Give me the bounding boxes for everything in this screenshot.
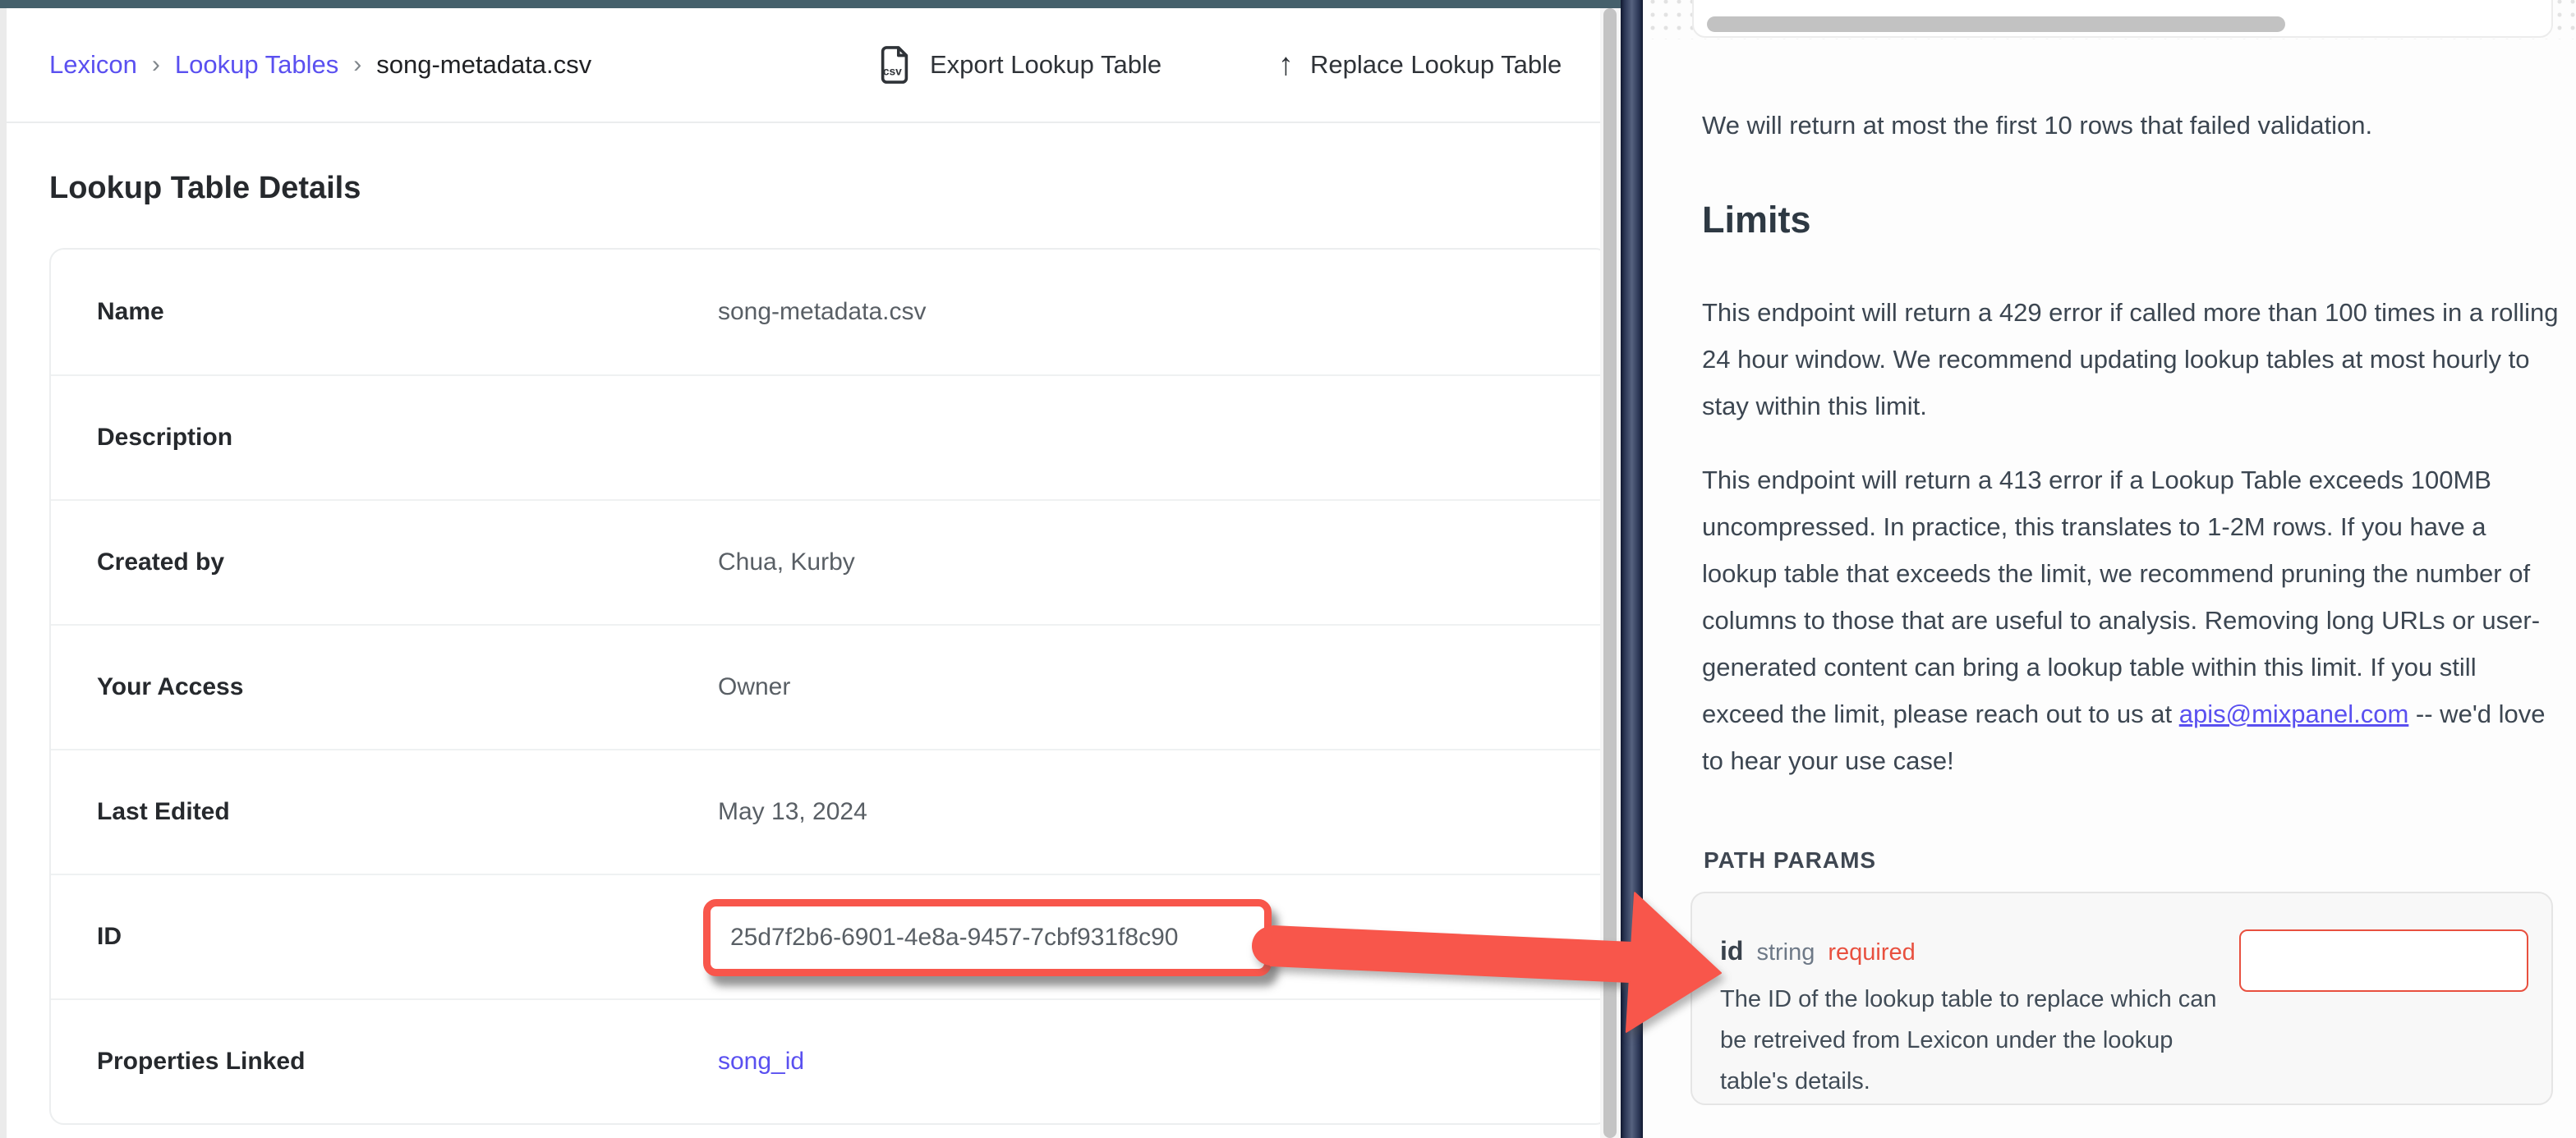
page-title: Lookup Table Details bbox=[49, 171, 361, 206]
param-type: string bbox=[1756, 939, 1815, 966]
breadcrumb-current-file: song-metadata.csv bbox=[376, 50, 591, 80]
lookup-table-details-card: Name song-metadata.csv Description Creat… bbox=[49, 248, 1600, 1125]
row-label: ID bbox=[97, 923, 122, 951]
detail-row-name: Name song-metadata.csv bbox=[51, 250, 1600, 374]
row-label: Last Edited bbox=[97, 798, 230, 826]
limits-413-text: This endpoint will return a 413 error if… bbox=[1702, 466, 2540, 728]
param-required-badge: required bbox=[1828, 939, 1915, 966]
limits-429-paragraph: This endpoint will return a 429 error if… bbox=[1702, 289, 2563, 429]
breadcrumb-separator-icon: › bbox=[353, 51, 361, 79]
window-divider-bar bbox=[1621, 0, 1643, 1138]
window-top-strip bbox=[0, 0, 1621, 8]
replace-button-label: Replace Lookup Table bbox=[1310, 50, 1562, 80]
docs-horizontal-scrollbar-track bbox=[1692, 0, 2553, 38]
path-param-card: id string required The ID of the lookup … bbox=[1690, 892, 2553, 1105]
export-lookup-table-button[interactable]: csv Export Lookup Table bbox=[876, 8, 1162, 122]
row-value: Chua, Kurby bbox=[718, 548, 855, 576]
upload-arrow-icon: ↑ bbox=[1278, 49, 1294, 80]
breadcrumb-separator-icon: › bbox=[152, 51, 160, 79]
param-description: The ID of the lookup table to replace wh… bbox=[1720, 979, 2229, 1102]
row-label: Your Access bbox=[97, 673, 243, 701]
detail-row-created-by: Created by Chua, Kurby bbox=[51, 499, 1600, 624]
docs-intro-paragraph: We will return at most the first 10 rows… bbox=[1702, 102, 2563, 149]
param-name: id bbox=[1720, 936, 1743, 966]
breadcrumb-link-lexicon[interactable]: Lexicon bbox=[49, 50, 137, 80]
row-label: Name bbox=[97, 298, 164, 326]
row-value: song-metadata.csv bbox=[718, 298, 926, 326]
breadcrumb: Lexicon › Lookup Tables › song-metadata.… bbox=[49, 8, 591, 122]
row-label: Description bbox=[97, 424, 232, 452]
lookup-table-id-value: 25d7f2b6-6901-4e8a-9457-7cbf931f8c90 bbox=[730, 924, 1178, 952]
linked-property-link[interactable]: song_id bbox=[718, 1048, 804, 1076]
svg-text:csv: csv bbox=[883, 65, 902, 77]
limits-413-paragraph: This endpoint will return a 413 error if… bbox=[1702, 457, 2563, 784]
id-annotation-highlight-box: 25d7f2b6-6901-4e8a-9457-7cbf931f8c90 bbox=[703, 899, 1272, 976]
replace-lookup-table-button[interactable]: ↑ Replace Lookup Table bbox=[1278, 8, 1562, 122]
detail-row-last-edited: Last Edited May 13, 2024 bbox=[51, 749, 1600, 874]
detail-row-id: ID 25d7f2b6-6901-4e8a-9457-7cbf931f8c90 bbox=[51, 874, 1600, 998]
detail-row-properties-linked: Properties Linked song_id bbox=[51, 998, 1600, 1123]
row-label: Created by bbox=[97, 548, 224, 576]
limits-heading: Limits bbox=[1702, 199, 1811, 241]
param-id-input[interactable] bbox=[2239, 929, 2528, 992]
docs-horizontal-scrollbar-thumb[interactable] bbox=[1707, 16, 2285, 32]
breadcrumb-link-lookup-tables[interactable]: Lookup Tables bbox=[175, 50, 338, 80]
api-docs-panel: We will return at most the first 10 rows… bbox=[1643, 0, 2576, 1138]
path-params-section-label: PATH PARAMS bbox=[1704, 847, 1876, 874]
lexicon-page: Lexicon › Lookup Tables › song-metadata.… bbox=[7, 8, 1600, 1138]
row-value: May 13, 2024 bbox=[718, 798, 867, 826]
csv-file-icon: csv bbox=[876, 44, 913, 85]
param-header: id string required bbox=[1720, 936, 1916, 966]
export-button-label: Export Lookup Table bbox=[930, 50, 1162, 80]
apis-mixpanel-email-link[interactable]: apis@mixpanel.com bbox=[2179, 700, 2409, 728]
header-divider bbox=[7, 122, 1600, 123]
left-page-scrollbar-thumb[interactable] bbox=[1603, 8, 1617, 1138]
detail-row-description: Description bbox=[51, 374, 1600, 499]
detail-row-your-access: Your Access Owner bbox=[51, 624, 1600, 749]
row-label: Properties Linked bbox=[97, 1048, 305, 1076]
page-left-gutter bbox=[0, 8, 7, 1138]
row-value: Owner bbox=[718, 673, 790, 701]
